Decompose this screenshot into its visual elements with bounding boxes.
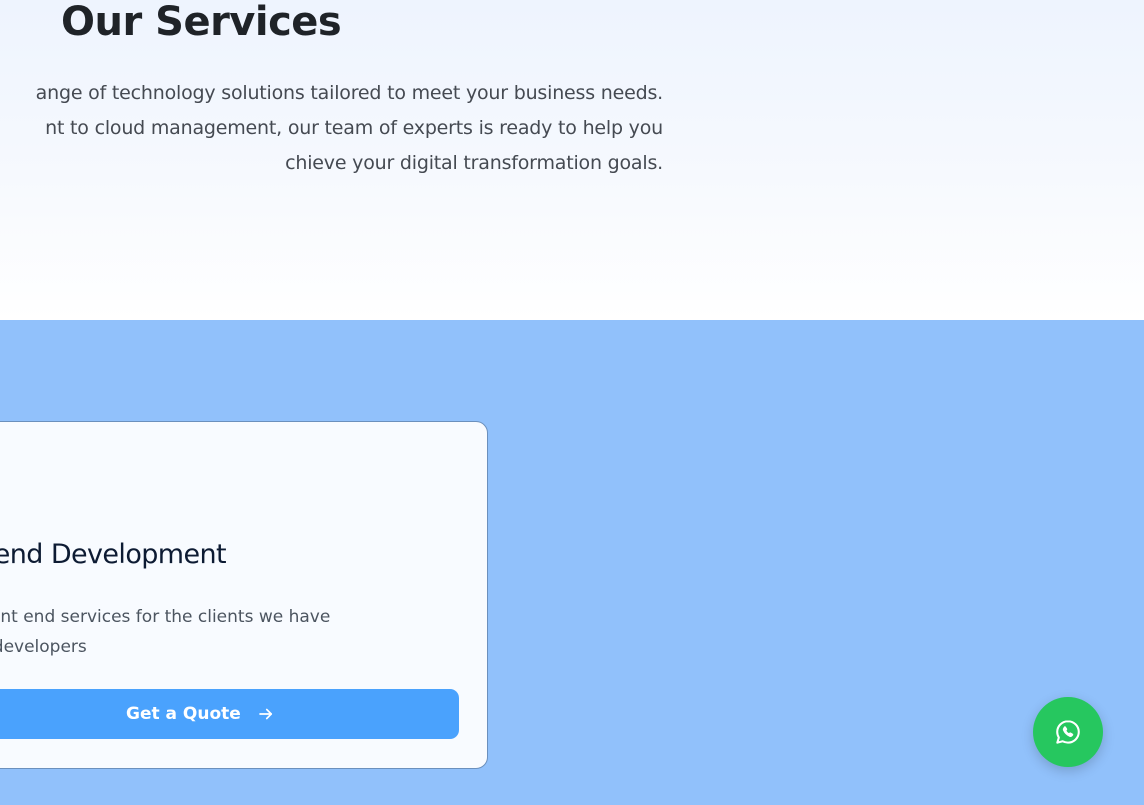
services-page: Our Services ange of technology solution…: [0, 0, 1144, 805]
hero-description: ange of technology solutions tailored to…: [0, 76, 664, 181]
arrow-right-icon: [257, 705, 275, 723]
page-title: Our Services: [61, 0, 342, 45]
service-card-description: ide front end services for the clients w…: [0, 602, 406, 662]
service-card-title: end Development: [0, 539, 227, 570]
get-a-quote-label: Get a Quote: [126, 704, 241, 724]
hero-description-line: nt to cloud management, our team of expe…: [45, 117, 663, 139]
services-hero: Our Services ange of technology solution…: [0, 0, 1144, 320]
hero-description-line: ange of technology solutions tailored to…: [35, 82, 664, 104]
service-card-description-line: ide front end services for the clients w…: [0, 607, 331, 627]
whatsapp-chat-button[interactable]: [1033, 697, 1103, 767]
service-card-description-line: nced developers: [0, 637, 87, 657]
hero-description-line: chieve your digital transformation goals…: [285, 152, 663, 174]
get-a-quote-button[interactable]: Get a Quote: [0, 689, 459, 739]
whatsapp-icon: [1053, 717, 1083, 747]
service-card: end Development ide front end services f…: [0, 421, 488, 769]
